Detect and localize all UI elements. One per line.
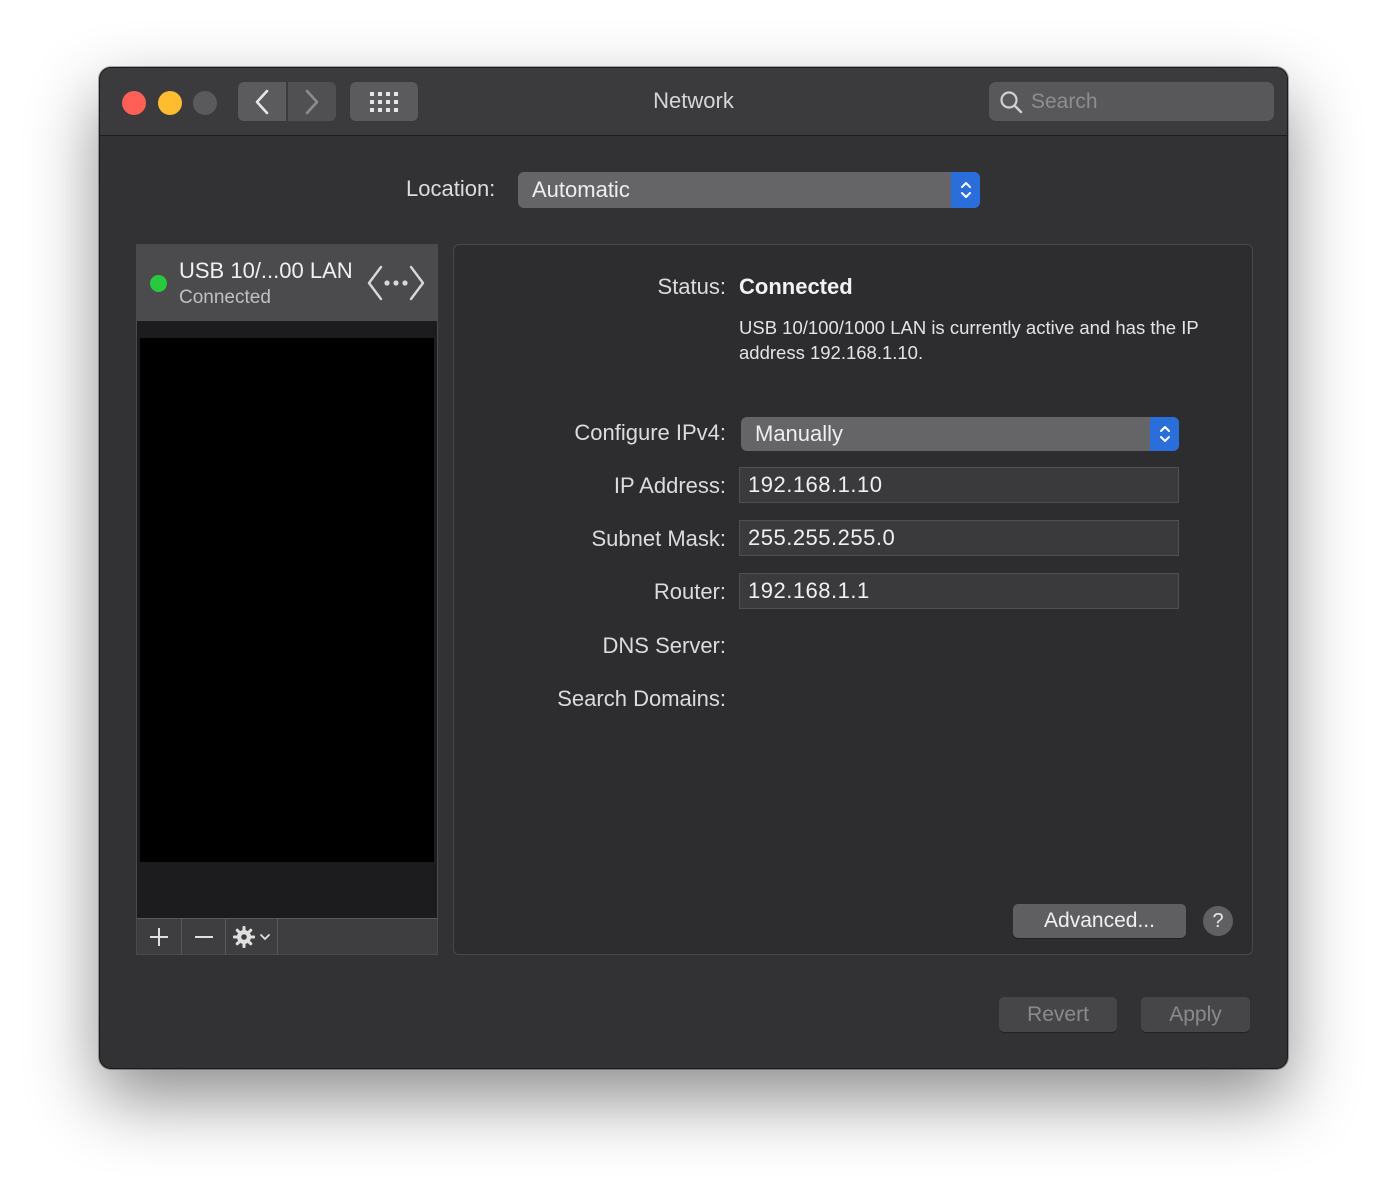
service-actions-button[interactable]	[226, 919, 278, 954]
popup-stepper-icon	[951, 172, 980, 208]
dns-server-label: DNS Server:	[602, 633, 726, 658]
location-label: Location:	[406, 176, 496, 201]
location-value: Automatic	[532, 177, 630, 202]
location-popup[interactable]: Automatic	[518, 172, 980, 208]
plus-icon	[150, 927, 168, 946]
ip-address-field[interactable]: 192.168.1.10	[739, 467, 1179, 503]
minus-icon	[194, 935, 213, 938]
subnet-mask-label: Subnet Mask:	[591, 526, 726, 551]
search-input[interactable]	[1031, 89, 1251, 114]
revert-button[interactable]: Revert	[999, 997, 1117, 1032]
ip-address-label: IP Address:	[613, 473, 726, 498]
remove-service-button[interactable]	[182, 919, 226, 954]
chevron-down-icon	[259, 933, 270, 940]
help-button[interactable]: ?	[1203, 906, 1233, 936]
gear-icon	[232, 925, 255, 948]
router-label: Router:	[653, 579, 726, 604]
status-description: USB 10/100/1000 LAN is currently active …	[739, 317, 1199, 363]
search-field[interactable]	[989, 82, 1274, 121]
status-label: Status:	[657, 274, 726, 299]
service-name: USB 10/...00 LAN	[179, 258, 353, 283]
status-indicator-dot	[150, 275, 167, 292]
apply-button[interactable]: Apply	[1141, 997, 1250, 1032]
popup-stepper-icon	[1150, 417, 1179, 451]
router-field[interactable]: 192.168.1.1	[739, 573, 1179, 609]
configure-ipv4-value: Manually	[755, 421, 844, 446]
service-item-usb-lan[interactable]: USB 10/...00 LAN Connected	[137, 245, 437, 321]
service-list: USB 10/...00 LAN Connected	[136, 244, 438, 955]
configure-ipv4-popup[interactable]: Manually	[741, 417, 1179, 451]
service-list-empty-area	[140, 338, 434, 862]
service-list-toolbar	[137, 918, 437, 954]
status-value: Connected	[739, 274, 853, 299]
network-details-panel: Status: Connected USB 10/100/1000 LAN is…	[453, 244, 1253, 955]
search-domains-label: Search Domains:	[557, 686, 726, 711]
service-status: Connected	[179, 287, 271, 308]
subnet-mask-field[interactable]: 255.255.255.0	[739, 520, 1179, 556]
add-service-button[interactable]	[137, 919, 182, 954]
network-window: Network Location: Automatic USB 10/...00…	[99, 67, 1288, 1069]
ethernet-icon	[367, 265, 425, 301]
title-bar: Network	[100, 68, 1287, 136]
configure-ipv4-label: Configure IPv4:	[574, 420, 726, 445]
search-icon	[1000, 90, 1023, 113]
advanced-button[interactable]: Advanced...	[1013, 904, 1186, 938]
